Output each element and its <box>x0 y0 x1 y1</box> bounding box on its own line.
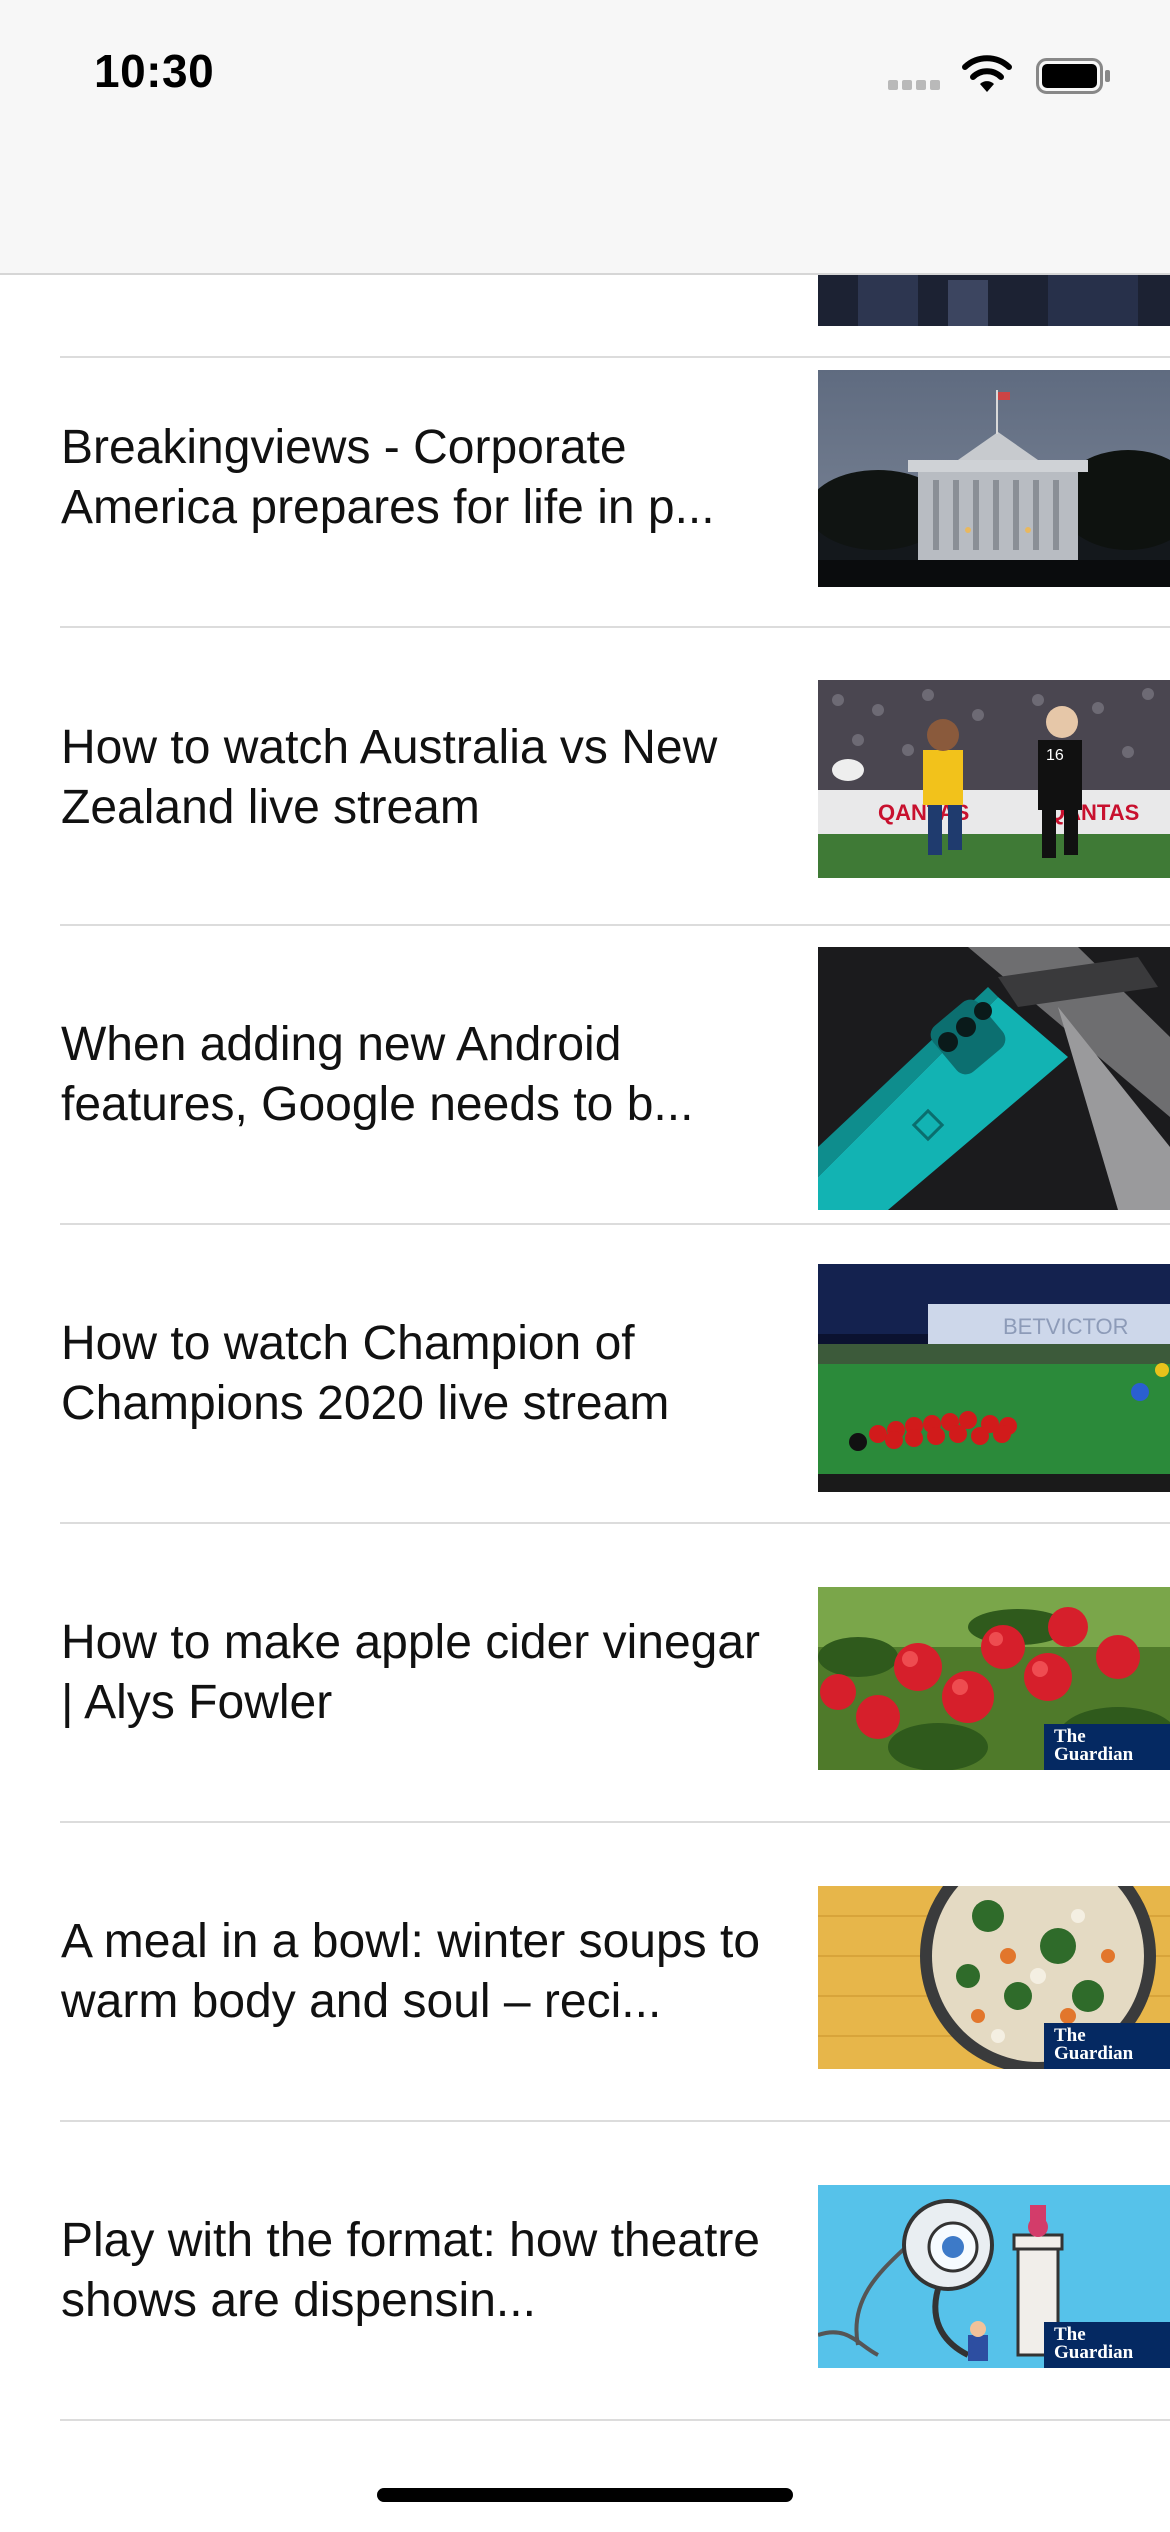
list-item[interactable]: Play with the format: how theatre shows … <box>0 2123 1170 2421</box>
list-item[interactable]: How to watch Champion of Champions 2020 … <box>0 1226 1170 1524</box>
article-list: Breakingviews - Corporate America prepar… <box>0 0 1170 2532</box>
article-thumbnail: BETVICTOR <box>818 1264 1170 1492</box>
svg-text:16: 16 <box>1046 747 1064 764</box>
list-item[interactable]: Breakingviews - Corporate America prepar… <box>0 330 1170 628</box>
article-thumbnail: QANTAS QANTAS 16 <box>818 680 1170 878</box>
row-divider <box>60 1223 1170 1225</box>
cellular-signal-icon <box>888 80 942 92</box>
row-divider <box>60 1821 1170 1823</box>
article-title: Play with the format: how theatre shows … <box>61 2214 760 2327</box>
home-indicator[interactable] <box>377 2488 793 2502</box>
svg-text:BETVICTOR: BETVICTOR <box>1003 1314 1129 1339</box>
article-thumbnail <box>818 947 1170 1210</box>
article-thumbnail <box>818 270 1170 326</box>
article-title: How to watch Champion of Champions 2020 … <box>61 1317 670 1430</box>
article-thumbnail: The Guardian <box>818 1886 1170 2069</box>
row-divider <box>60 2120 1170 2122</box>
article-title: When adding new Android features, Google… <box>61 1018 694 1131</box>
status-time: 10:30 <box>94 45 215 97</box>
row-divider <box>60 2419 1170 2421</box>
article-title: How to watch Australia vs New Zealand li… <box>61 721 718 834</box>
article-thumbnail <box>818 370 1170 587</box>
article-thumbnail: The Guardian <box>818 1587 1170 1770</box>
list-item[interactable]: A meal in a bowl: winter soups to warm b… <box>0 1824 1170 2122</box>
wifi-icon <box>962 55 1012 92</box>
guardian-logo: The Guardian <box>1044 2322 1170 2368</box>
article-title: Breakingviews - Corporate America prepar… <box>61 421 715 534</box>
status-icons <box>888 52 1118 102</box>
guardian-logo: The Guardian <box>1044 2023 1170 2069</box>
article-thumbnail: The Guardian <box>818 2185 1170 2368</box>
list-item[interactable]: How to watch Australia vs New Zealand li… <box>0 628 1170 926</box>
list-item[interactable]: When adding new Android features, Google… <box>0 927 1170 1225</box>
row-divider <box>60 924 1170 926</box>
article-title: A meal in a bowl: winter soups to warm b… <box>61 1915 761 2028</box>
article-title: How to make apple cider vinegar | Alys F… <box>61 1616 761 1729</box>
list-item[interactable]: How to make apple cider vinegar | Alys F… <box>0 1525 1170 1823</box>
guardian-logo: The Guardian <box>1044 1724 1170 1770</box>
battery-icon <box>1036 58 1110 94</box>
navigation-header: 10:30 <box>0 0 1170 275</box>
row-divider <box>60 1522 1170 1524</box>
